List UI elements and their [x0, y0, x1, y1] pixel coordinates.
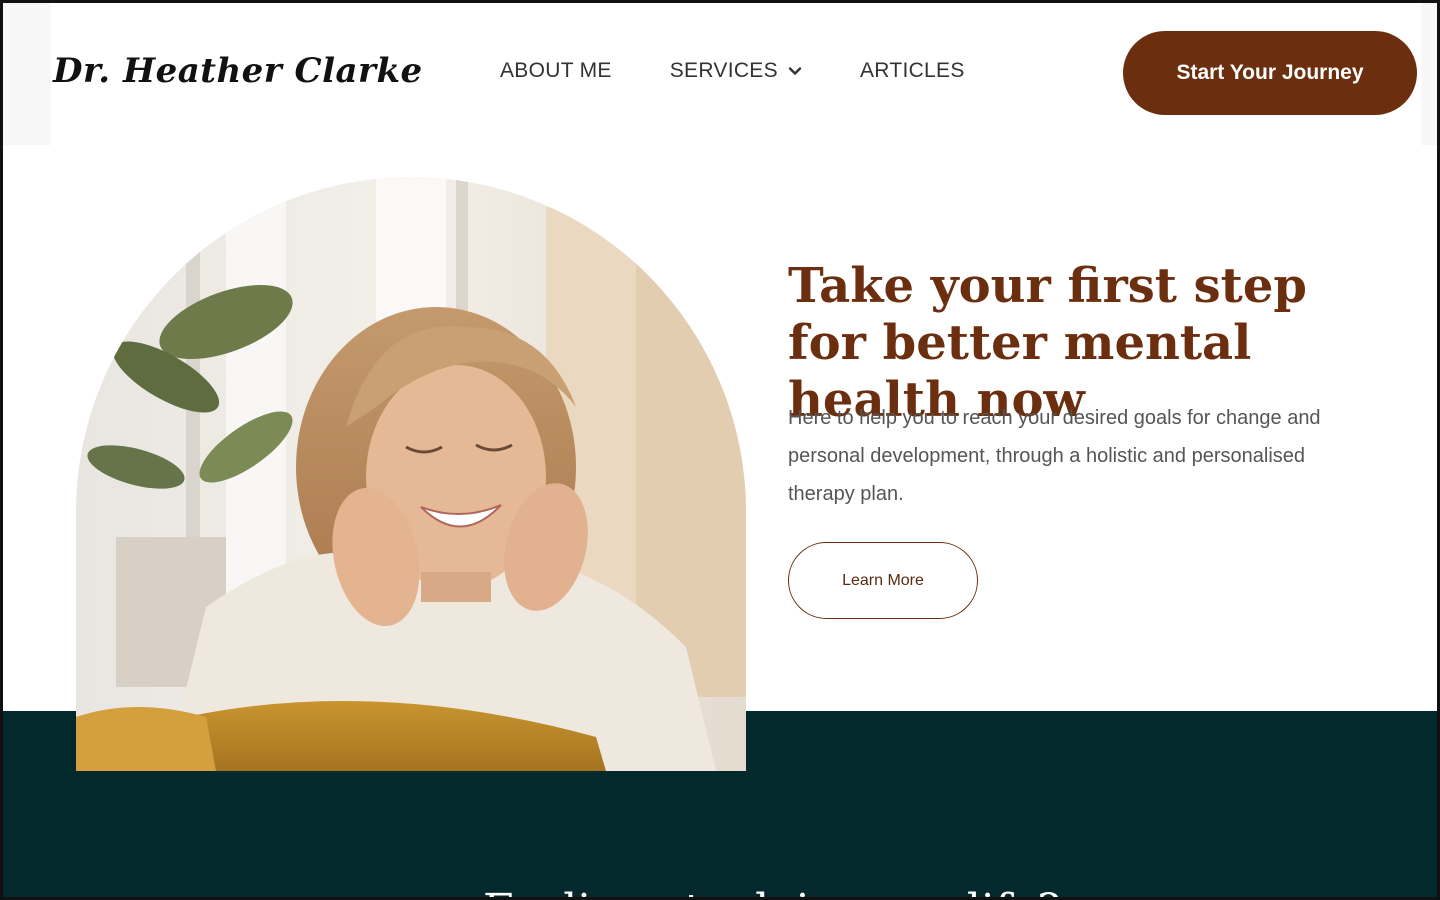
header-right-strip [1421, 3, 1437, 145]
nav-services-label: SERVICES [669, 59, 778, 82]
nav-about-me[interactable]: ABOUT ME [500, 59, 612, 83]
header-left-strip [3, 3, 51, 145]
nav-articles[interactable]: ARTICLES [860, 59, 965, 83]
nav-services[interactable]: SERVICES [670, 59, 802, 83]
chevron-down-icon [788, 67, 802, 75]
portrait-photo-icon [76, 177, 746, 771]
page: Dr. Heather Clarke ABOUT ME SERVICES ART… [0, 0, 1440, 900]
site-logo[interactable]: Dr. Heather Clarke [53, 51, 423, 91]
hero-description: Here to help you to reach your desired g… [788, 407, 1321, 505]
hero-portrait-image [76, 177, 746, 771]
nav-articles-label: ARTICLES [859, 59, 965, 82]
site-header: Dr. Heather Clarke ABOUT ME SERVICES ART… [3, 3, 1437, 148]
main-nav: ABOUT ME SERVICES ARTICLES [500, 59, 965, 83]
section-heading: Feeling stuck in your life? [483, 885, 1061, 897]
learn-more-button[interactable]: Learn More [788, 542, 978, 619]
start-journey-button[interactable]: Start Your Journey [1123, 31, 1417, 115]
nav-about-me-label: ABOUT ME [500, 59, 612, 82]
